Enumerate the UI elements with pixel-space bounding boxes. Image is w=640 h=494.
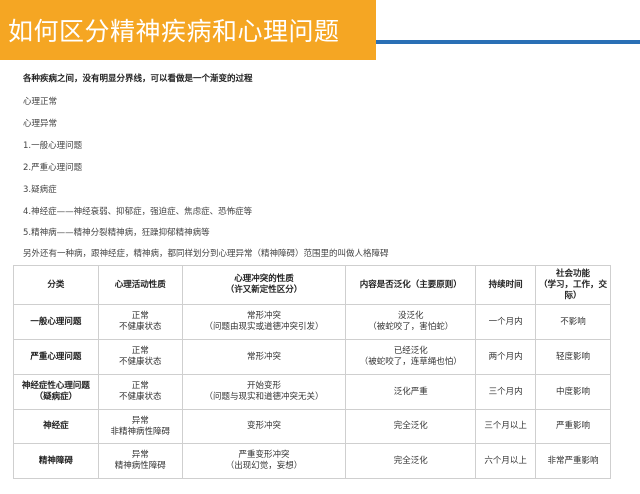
intro-item: 1.一般心理问题 [23, 141, 83, 151]
row-social: 轻度影响 [535, 339, 611, 375]
row-conflict: 变形冲突 [181, 409, 347, 444]
table-row: 神经症 异常 非精神病性障碍 变形冲突 完全泛化 三个月以上 严重影响 [13, 409, 611, 444]
row-duration: 六个月以上 [475, 443, 537, 479]
row-duration: 三个月以上 [475, 409, 537, 444]
title-banner: 如何区分精神疾病和心理问题 [0, 0, 376, 60]
page-title: 如何区分精神疾病和心理问题 [8, 17, 340, 46]
row-generalization: 已经泛化 （被蛇咬了，连草绳也怕） [345, 339, 477, 375]
row-activity: 正常 不健康状态 [97, 374, 183, 410]
intro-item: 2.严重心理问题 [23, 163, 83, 173]
table-row: 一般心理问题 正常 不健康状态 常形冲突 （问题由现实或道德冲突引发） 没泛化 （被蛇… [13, 304, 611, 340]
row-activity: 正常 不健康状态 [97, 339, 183, 375]
table-row: 严重心理问题 正常 不健康状态 常形冲突 已经泛化 （被蛇咬了，连草绳也怕） 两个月… [13, 339, 611, 375]
table-row: 精神障碍 异常 精神病性障碍 严重变形冲突 （出现幻觉，妄想） 完全泛化 六个月以上… [13, 443, 611, 479]
row-category: 神经症性心理问题 （疑病症） [13, 374, 99, 410]
intro-lead: 各种疾病之间，没有明显分界线，可以看做是一个渐变的过程 [23, 74, 253, 84]
intro-item: 4.神经症——神经衰弱、抑郁症，强迫症、焦虑症、恐怖症等 [23, 207, 253, 217]
row-generalization: 没泛化 （被蛇咬了，害怕蛇） [345, 304, 477, 340]
row-social: 非常严重影响 [535, 443, 611, 479]
row-activity: 正常 不健康状态 [97, 304, 183, 340]
row-duration: 一个月内 [475, 304, 537, 340]
row-social: 不影响 [535, 304, 611, 340]
row-category: 精神障碍 [13, 443, 99, 479]
table-row: 神经症性心理问题 （疑病症） 正常 不健康状态 开始变形 （问题与现实和道德冲突无关）… [13, 374, 611, 410]
intro-item: 心理正常 [23, 97, 58, 107]
row-conflict: 常形冲突 （问题由现实或道德冲突引发） [181, 304, 347, 340]
row-generalization: 完全泛化 [345, 443, 477, 479]
header-activity-nature: 心理活动性质 [97, 265, 183, 305]
row-social: 中度影响 [535, 374, 611, 410]
row-duration: 两个月内 [475, 339, 537, 375]
row-conflict: 常形冲突 [181, 339, 347, 375]
intro-item: 另外还有一种病，跟神经症，精神病，都同样划分到心理异常（精神障碍）范围里的叫做人… [23, 249, 389, 259]
row-conflict: 开始变形 （问题与现实和道德冲突无关） [181, 374, 347, 410]
accent-divider [376, 40, 640, 44]
row-conflict: 严重变形冲突 （出现幻觉，妄想） [181, 443, 347, 479]
row-duration: 三个月内 [475, 374, 537, 410]
table-header-row: 分类 心理活动性质 心理冲突的性质 （许又新定性区分） 内容是否泛化（主要原则） … [13, 265, 611, 305]
intro-item: 3.疑病症 [23, 185, 57, 195]
row-generalization: 泛化严重 [345, 374, 477, 410]
row-generalization: 完全泛化 [345, 409, 477, 444]
row-activity: 异常 精神病性障碍 [97, 443, 183, 479]
row-activity: 异常 非精神病性障碍 [97, 409, 183, 444]
header-generalization: 内容是否泛化（主要原则） [345, 265, 477, 305]
row-social: 严重影响 [535, 409, 611, 444]
comparison-table: 分类 心理活动性质 心理冲突的性质 （许又新定性区分） 内容是否泛化（主要原则） … [13, 265, 611, 479]
row-category: 一般心理问题 [13, 304, 99, 340]
intro-item: 5.精神病——精神分裂精神病，狂躁抑郁精神病等 [23, 228, 210, 238]
intro-item: 心理异常 [23, 119, 58, 129]
row-category: 神经症 [13, 409, 99, 444]
row-category: 严重心理问题 [13, 339, 99, 375]
header-duration: 持续时间 [475, 265, 537, 305]
header-conflict-nature: 心理冲突的性质 （许又新定性区分） [181, 265, 347, 305]
header-social-function: 社会功能 （学习，工作，交际） [535, 265, 611, 305]
header-category: 分类 [13, 265, 99, 305]
